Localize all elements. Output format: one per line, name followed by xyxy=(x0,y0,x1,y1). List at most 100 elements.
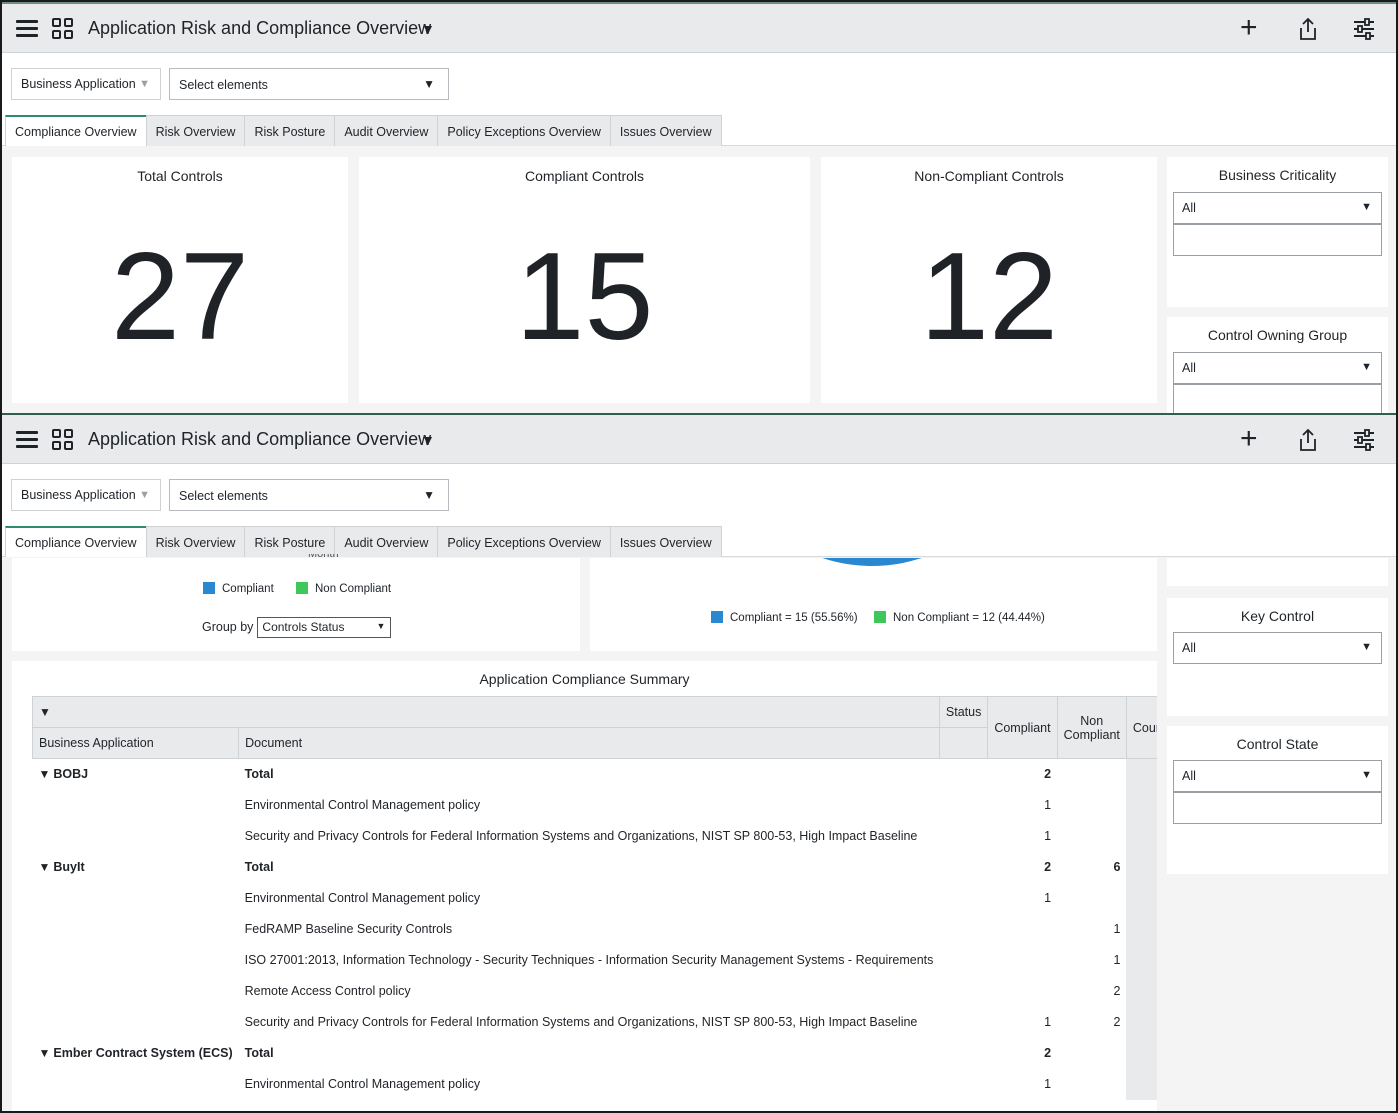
pie-slice-compliant[interactable] xyxy=(818,558,1030,566)
grid-icon[interactable] xyxy=(52,429,73,450)
tab-audit-overview[interactable]: Audit Overview xyxy=(334,526,439,557)
compliant-header[interactable]: Compliant xyxy=(987,696,1058,759)
expand-caret-icon[interactable]: ▼ xyxy=(39,1046,51,1060)
filter-title: Key Control xyxy=(1240,608,1315,624)
business-application-cell xyxy=(33,790,239,821)
count-cell: 8 xyxy=(1126,851,1157,883)
group-by-control: Group by Controls Status ▼ xyxy=(202,617,392,638)
kpi-title: Non-Compliant Controls xyxy=(914,168,1064,184)
pie-chart xyxy=(818,558,1030,566)
status-header: Status xyxy=(938,696,989,728)
pie-legend-non-compliant[interactable]: Non Compliant = 12 (44.44%) xyxy=(874,611,1045,624)
add-icon[interactable]: + xyxy=(1240,13,1258,43)
control-owning-group-select[interactable]: All ▼ xyxy=(1173,352,1382,384)
tab-audit-overview[interactable]: Audit Overview xyxy=(334,115,439,146)
tab-risk-posture[interactable]: Risk Posture xyxy=(244,526,336,557)
compliant-cell-text: 1 xyxy=(1044,1077,1052,1091)
count-cell: 1 xyxy=(1126,820,1157,852)
table-row[interactable]: Environmental Control Management policy 1… xyxy=(33,882,1157,914)
group-by-value: Controls Status xyxy=(262,620,345,634)
compliant-cell-text: 2 xyxy=(1044,767,1052,782)
non-compliant-header[interactable]: Non Compliant xyxy=(1056,696,1127,759)
key-control-select[interactable]: All ▼ xyxy=(1173,632,1382,664)
business-application-cell xyxy=(33,945,239,976)
chevron-down-icon: ▼ xyxy=(1361,641,1372,653)
control-state-input[interactable] xyxy=(1173,792,1382,824)
table-row[interactable]: ▼BuyIt Total 2 68 xyxy=(33,851,1157,883)
non-compliant-cell: 1 xyxy=(1057,945,1126,976)
kpi-value: 15 xyxy=(515,228,654,366)
table-row[interactable]: Security and Privacy Controls for Federa… xyxy=(33,1006,1157,1038)
status-cell xyxy=(939,1069,987,1100)
share-icon[interactable] xyxy=(1298,17,1318,41)
table-row[interactable]: Security and Privacy Controls for Federa… xyxy=(33,820,1157,852)
count-cell: 1 xyxy=(1126,789,1157,821)
grid-icon[interactable] xyxy=(52,18,73,39)
business-criticality-select[interactable]: All ▼ xyxy=(1173,192,1382,224)
pie-legend-compliant[interactable]: Compliant = 15 (55.56%) xyxy=(711,611,858,624)
tab-policy-exceptions-overview[interactable]: Policy Exceptions Overview xyxy=(437,115,611,146)
table-row[interactable]: ▼Ember Contract System (ECS) Total 2 2 xyxy=(33,1037,1157,1069)
tab-risk-overview[interactable]: Risk Overview xyxy=(145,526,246,557)
legend-non-compliant[interactable]: Non Compliant xyxy=(296,582,391,595)
business-application-cell-text: BOBJ xyxy=(53,767,89,782)
table-row[interactable]: Remote Access Control policy 22 xyxy=(33,975,1157,1007)
business-criticality-input[interactable] xyxy=(1173,224,1382,256)
menu-icon[interactable] xyxy=(16,431,38,449)
document-header[interactable]: Document xyxy=(238,727,940,759)
chevron-down-icon: ▼ xyxy=(139,78,150,90)
group-by-select[interactable]: Controls Status ▼ xyxy=(257,617,392,638)
table-row[interactable]: FedRAMP Baseline Security Controls 11 xyxy=(33,913,1157,945)
kpi-title: Compliant Controls xyxy=(524,168,645,184)
total-controls-card[interactable]: Total Controls 27 xyxy=(12,157,348,403)
title-dropdown-icon[interactable]: ▼ xyxy=(421,21,435,37)
control-owning-group-filter: Control Owning Group All ▼ xyxy=(1167,317,1388,413)
title-dropdown-icon[interactable]: ▼ xyxy=(421,432,435,448)
filter-title: Control Owning Group xyxy=(1207,327,1348,343)
non-compliant-controls-card[interactable]: Non-Compliant Controls 12 xyxy=(821,157,1157,403)
document-cell-text: Environmental Control Management policy xyxy=(244,798,481,812)
tab-issues-overview[interactable]: Issues Overview xyxy=(609,526,722,557)
status-subheader xyxy=(938,727,989,759)
count-header[interactable]: Count xyxy=(1125,696,1157,759)
tab-compliance-overview[interactable]: Compliance Overview xyxy=(5,115,147,146)
table-row[interactable]: ISO 27001:2013, Information Technology -… xyxy=(33,944,1157,976)
select-elements-dropdown[interactable]: Select elements ▼ xyxy=(169,68,449,100)
document-cell-text: Security and Privacy Controls for Federa… xyxy=(244,829,918,843)
sliders-icon[interactable] xyxy=(1353,18,1375,40)
tab-compliance-overview[interactable]: Compliance Overview xyxy=(5,526,147,557)
add-icon[interactable]: + xyxy=(1240,424,1258,454)
expand-caret-icon[interactable]: ▼ xyxy=(39,767,51,781)
compliant-controls-card[interactable]: Compliant Controls 15 xyxy=(359,157,810,403)
select-elements-label: Select elements xyxy=(179,78,268,92)
table-row[interactable]: Environmental Control Management policy 1… xyxy=(33,1068,1157,1100)
business-application-label: Business Application xyxy=(21,77,136,91)
status-cell xyxy=(939,883,987,914)
table-row[interactable]: Environmental Control Management policy 1… xyxy=(33,789,1157,821)
sliders-icon[interactable] xyxy=(1353,429,1375,451)
non-compliant-cell-text: 6 xyxy=(1113,860,1121,874)
business-application-header[interactable]: Business Application xyxy=(31,727,240,759)
menu-icon[interactable] xyxy=(16,20,38,38)
tab-policy-exceptions-overview[interactable]: Policy Exceptions Overview xyxy=(437,526,611,557)
expand-caret-icon[interactable]: ▼ xyxy=(39,860,51,874)
filter-title: Business Criticality xyxy=(1218,167,1337,183)
compliant-cell: 2 xyxy=(988,759,1057,790)
share-icon[interactable] xyxy=(1298,428,1318,452)
table-collapse-header[interactable]: ▼ xyxy=(32,696,940,728)
control-state-select[interactable]: All ▼ xyxy=(1173,760,1382,792)
business-application-filter[interactable]: Business Application ▼ xyxy=(11,479,161,511)
business-application-filter[interactable]: Business Application ▼ xyxy=(11,68,161,100)
document-cell: Total xyxy=(239,1038,940,1069)
tab-issues-overview[interactable]: Issues Overview xyxy=(609,115,722,146)
document-cell: ISO 27001:2013, Information Technology -… xyxy=(239,945,940,976)
collapse-caret-icon[interactable]: ▼ xyxy=(39,705,51,719)
dashboard-view-scrolled: Application Risk and Compliance Overview… xyxy=(2,413,1396,1111)
tab-risk-overview[interactable]: Risk Overview xyxy=(145,115,246,146)
compliant-cell xyxy=(988,945,1057,976)
table-row[interactable]: ▼BOBJ Total 2 2 xyxy=(33,758,1157,790)
legend-compliant[interactable]: Compliant xyxy=(203,582,274,595)
tab-risk-posture[interactable]: Risk Posture xyxy=(244,115,336,146)
select-elements-dropdown[interactable]: Select elements ▼ xyxy=(169,479,449,511)
control-owning-group-input[interactable] xyxy=(1173,384,1382,413)
